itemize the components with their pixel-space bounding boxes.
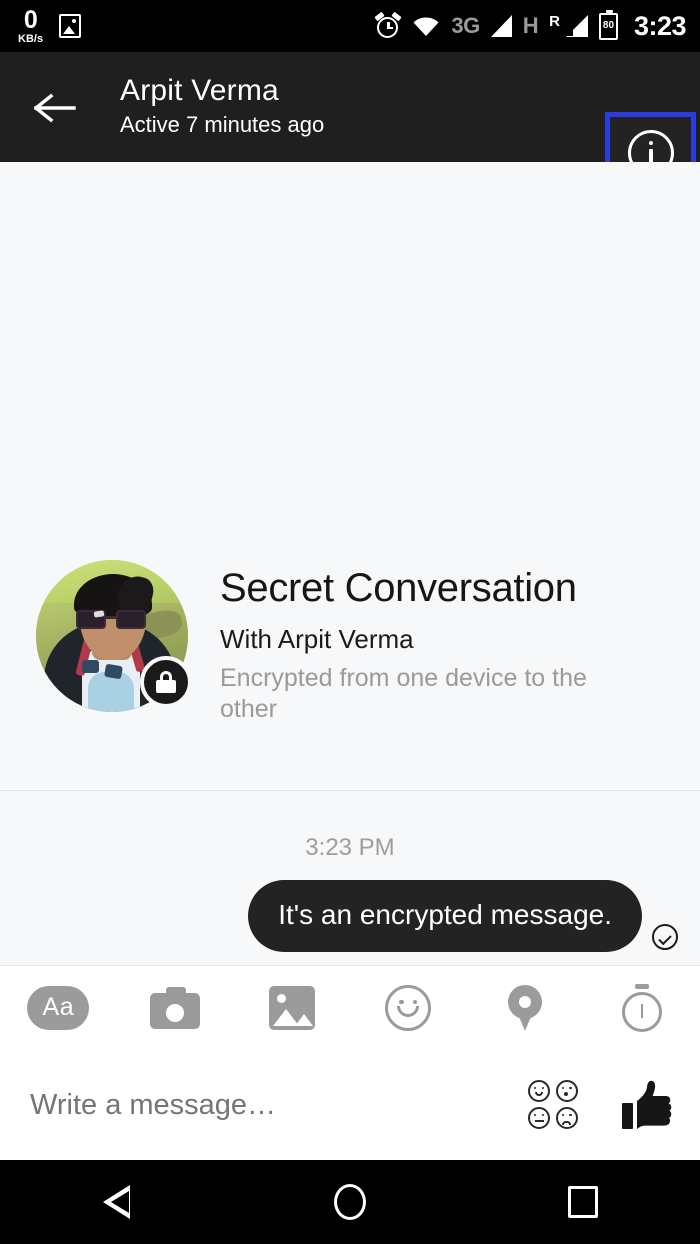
gallery-icon [268, 985, 315, 1030]
network-type-h-label: H [522, 13, 539, 38]
secret-conversation-with: With Arpit Verma [220, 624, 414, 654]
secret-conversation-header: Secret Conversation With Arpit Verma Enc… [0, 560, 700, 726]
clock-label: 3:23 [633, 10, 687, 41]
secret-conversation-text: Secret Conversation With Arpit Verma Enc… [220, 560, 635, 726]
camera-icon [150, 986, 200, 1029]
battery-level-label: 80 [602, 20, 615, 31]
chat-body: Secret Conversation With Arpit Verma Enc… [0, 162, 700, 965]
text-format-button[interactable]: Aa [0, 985, 117, 1030]
nav-back-button[interactable] [0, 1185, 233, 1219]
network-speed-unit: KB/s [18, 32, 44, 45]
nav-back-triangle-icon [103, 1185, 131, 1219]
disappearing-timer-button[interactable] [583, 983, 700, 1032]
nav-home-button[interactable] [233, 1184, 466, 1220]
emoji-button[interactable] [350, 984, 467, 1031]
camera-button[interactable] [117, 986, 234, 1029]
text-format-icon: Aa [27, 985, 90, 1030]
composer-toolbar: Aa [0, 965, 700, 1050]
battery-icon: 80 [598, 9, 618, 40]
image-icon [59, 14, 82, 38]
thumbs-up-icon[interactable] [618, 1077, 674, 1133]
status-bar: 0 KB/s 3G H R 80 3:23 [0, 0, 700, 52]
phone-screen: 0 KB/s 3G H R 80 3:23 Arpit Verma Active… [0, 0, 700, 1244]
signal-bars-icon-2 [564, 15, 588, 37]
alarm-icon [374, 11, 402, 39]
section-divider [0, 790, 700, 791]
avatar[interactable] [36, 560, 192, 712]
sticker-icon[interactable] [528, 1080, 580, 1130]
nav-recents-square-icon [568, 1186, 599, 1218]
network-speed-value: 0 [23, 5, 38, 34]
location-icon [508, 984, 543, 1031]
location-button[interactable] [467, 984, 584, 1031]
secret-conversation-title: Secret Conversation [220, 566, 577, 610]
roaming-label: R [549, 12, 560, 30]
disappearing-timer-icon [620, 983, 664, 1032]
system-navigation-bar [0, 1160, 700, 1244]
secret-conversation-description: Encrypted from one device to the other [220, 664, 587, 724]
lock-icon [140, 656, 192, 708]
composer: Aa [0, 965, 700, 1160]
signal-bars-icon-1 [490, 15, 512, 37]
wifi-icon [412, 15, 440, 37]
gallery-button[interactable] [233, 985, 350, 1030]
network-speed-indicator: 0 KB/s [18, 5, 44, 45]
message-bubble[interactable]: It's an encrypted message. [248, 880, 642, 952]
nav-recents-button[interactable] [467, 1186, 700, 1218]
emoji-icon [385, 984, 432, 1031]
contact-name: Arpit Verma [120, 73, 279, 107]
message-input-row [0, 1050, 700, 1160]
status-bar-icons: 3G H R 80 3:23 [374, 9, 687, 42]
message-delivered-icon [652, 923, 678, 950]
message-timestamp: 3:23 PM [305, 834, 395, 861]
nav-home-circle-icon [333, 1184, 366, 1220]
message-row: It's an encrypted message. [248, 880, 678, 952]
network-type-3g-label: 3G [451, 13, 480, 38]
app-header: Arpit Verma Active 7 minutes ago [0, 52, 700, 193]
back-button[interactable] [30, 83, 78, 131]
message-input[interactable] [30, 1088, 528, 1122]
